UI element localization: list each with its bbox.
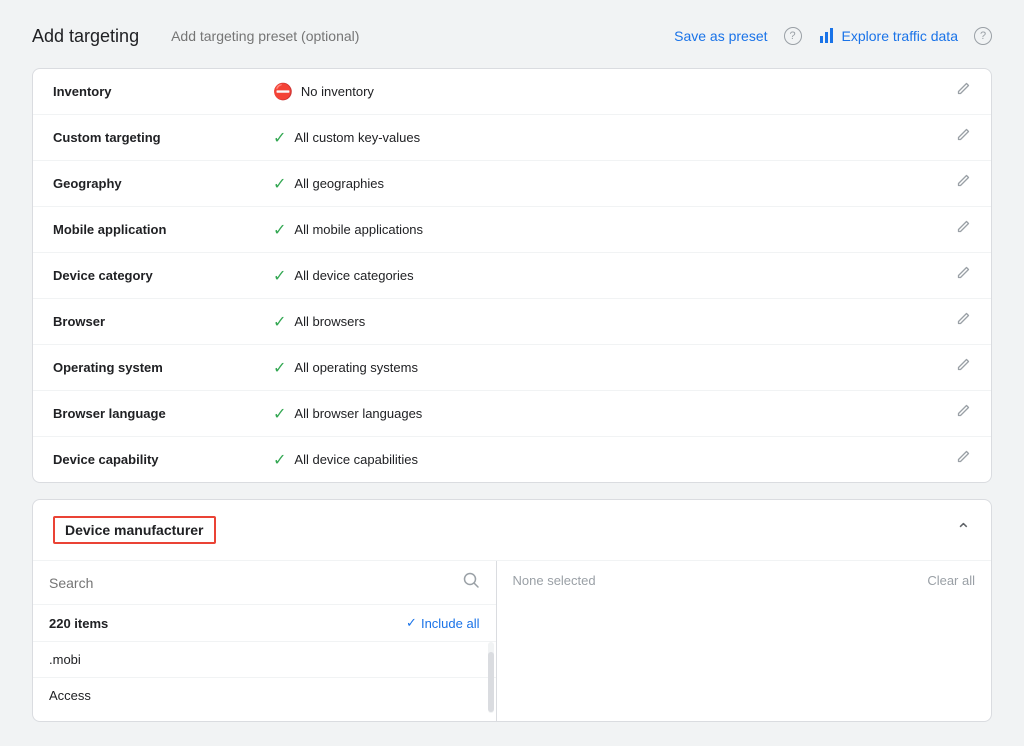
edit-icon[interactable] xyxy=(955,314,971,331)
edit-icon[interactable] xyxy=(955,176,971,193)
row-edit-cell xyxy=(935,391,991,437)
row-edit-cell xyxy=(935,345,991,391)
table-row: Browser ✓ All browsers xyxy=(33,299,991,345)
row-value: All geographies xyxy=(294,176,384,191)
list-item[interactable]: Access xyxy=(33,678,496,713)
row-label: Device category xyxy=(33,253,253,299)
row-label: Device capability xyxy=(33,437,253,483)
list-item[interactable]: .mobi xyxy=(33,642,496,678)
row-label: Inventory xyxy=(33,69,253,115)
row-value: All mobile applications xyxy=(294,222,423,237)
dm-right-panel: None selected Clear all xyxy=(497,561,992,721)
row-label: Mobile application xyxy=(33,207,253,253)
dm-header: Device manufacturer ⌃ xyxy=(33,500,991,561)
dm-list-header: 220 items ✓ Include all xyxy=(33,605,496,642)
row-value: All browsers xyxy=(294,314,365,329)
table-row: Geography ✓ All geographies xyxy=(33,161,991,207)
include-all-button[interactable]: ✓ Include all xyxy=(406,615,479,631)
search-bar xyxy=(33,561,496,605)
edit-icon[interactable] xyxy=(955,406,971,423)
row-value: All operating systems xyxy=(294,360,418,375)
edit-icon[interactable] xyxy=(955,130,971,147)
row-value-cell: ✓ All custom key-values xyxy=(253,115,935,161)
edit-icon[interactable] xyxy=(955,84,971,101)
row-label: Browser xyxy=(33,299,253,345)
row-value: All device categories xyxy=(294,268,413,283)
row-value-cell: ✓ All geographies xyxy=(253,161,935,207)
row-value: All browser languages xyxy=(294,406,422,421)
include-all-label: Include all xyxy=(421,616,480,631)
dm-title: Device manufacturer xyxy=(53,516,216,544)
row-edit-cell xyxy=(935,115,991,161)
table-row: Device capability ✓ All device capabilit… xyxy=(33,437,991,483)
row-label: Custom targeting xyxy=(33,115,253,161)
dm-right-header: None selected Clear all xyxy=(513,573,976,588)
explore-help-icon[interactable]: ? xyxy=(974,27,992,45)
list-area: .mobiAccess xyxy=(33,642,496,713)
row-value-cell: ✓ All device categories xyxy=(253,253,935,299)
dm-left-panel: 220 items ✓ Include all .mobiAccess xyxy=(33,561,497,721)
row-edit-cell xyxy=(935,69,991,115)
edit-icon[interactable] xyxy=(955,452,971,469)
dm-content: 220 items ✓ Include all .mobiAccess xyxy=(33,561,991,721)
row-label: Browser language xyxy=(33,391,253,437)
clear-all-button[interactable]: Clear all xyxy=(927,573,975,588)
save-preset-button[interactable]: Save as preset xyxy=(674,28,767,44)
table-row: Browser language ✓ All browser languages xyxy=(33,391,991,437)
items-count: 220 items xyxy=(49,616,108,631)
table-row: Custom targeting ✓ All custom key-values xyxy=(33,115,991,161)
edit-icon[interactable] xyxy=(955,360,971,377)
check-icon: ✓ xyxy=(273,358,286,378)
edit-icon[interactable] xyxy=(955,268,971,285)
page-title: Add targeting xyxy=(32,26,139,47)
row-edit-cell xyxy=(935,253,991,299)
row-edit-cell xyxy=(935,437,991,483)
row-value-cell: ⛔ No inventory xyxy=(253,69,935,115)
check-icon: ✓ xyxy=(273,128,286,148)
search-icon[interactable] xyxy=(462,571,480,594)
block-icon: ⛔ xyxy=(273,82,293,102)
table-row: Device category ✓ All device categories xyxy=(33,253,991,299)
row-value-cell: ✓ All device capabilities xyxy=(253,437,935,483)
row-label: Operating system xyxy=(33,345,253,391)
check-icon: ✓ xyxy=(273,312,286,332)
collapse-icon[interactable]: ⌃ xyxy=(956,520,971,541)
targeting-table: Inventory ⛔ No inventory Custom targetin… xyxy=(33,69,991,482)
row-value-cell: ✓ All browsers xyxy=(253,299,935,345)
row-edit-cell xyxy=(935,299,991,345)
row-value: All custom key-values xyxy=(294,130,420,145)
check-icon: ✓ xyxy=(273,174,286,194)
none-selected-label: None selected xyxy=(513,573,596,588)
check-icon: ✓ xyxy=(273,404,286,424)
row-value-cell: ✓ All browser languages xyxy=(253,391,935,437)
row-value-cell: ✓ All mobile applications xyxy=(253,207,935,253)
row-label: Geography xyxy=(33,161,253,207)
scrollbar-thumb[interactable] xyxy=(488,652,494,712)
table-row: Operating system ✓ All operating systems xyxy=(33,345,991,391)
search-input[interactable] xyxy=(49,575,454,591)
row-value-cell: ✓ All operating systems xyxy=(253,345,935,391)
device-manufacturer-section: Device manufacturer ⌃ 220 items xyxy=(32,499,992,722)
bar-chart-icon xyxy=(818,27,836,45)
targeting-table-card: Inventory ⛔ No inventory Custom targetin… xyxy=(32,68,992,483)
table-row: Inventory ⛔ No inventory xyxy=(33,69,991,115)
row-edit-cell xyxy=(935,207,991,253)
explore-traffic-label: Explore traffic data xyxy=(842,28,958,44)
edit-icon[interactable] xyxy=(955,222,971,239)
explore-traffic-button[interactable]: Explore traffic data xyxy=(818,27,958,45)
row-edit-cell xyxy=(935,161,991,207)
table-row: Mobile application ✓ All mobile applicat… xyxy=(33,207,991,253)
check-icon: ✓ xyxy=(273,266,286,286)
check-icon: ✓ xyxy=(273,220,286,240)
row-value: All device capabilities xyxy=(294,452,418,467)
check-icon: ✓ xyxy=(273,450,286,470)
row-value: No inventory xyxy=(301,84,374,99)
save-preset-help-icon[interactable]: ? xyxy=(784,27,802,45)
preset-input[interactable] xyxy=(163,24,650,48)
include-all-check-icon: ✓ xyxy=(406,615,417,631)
